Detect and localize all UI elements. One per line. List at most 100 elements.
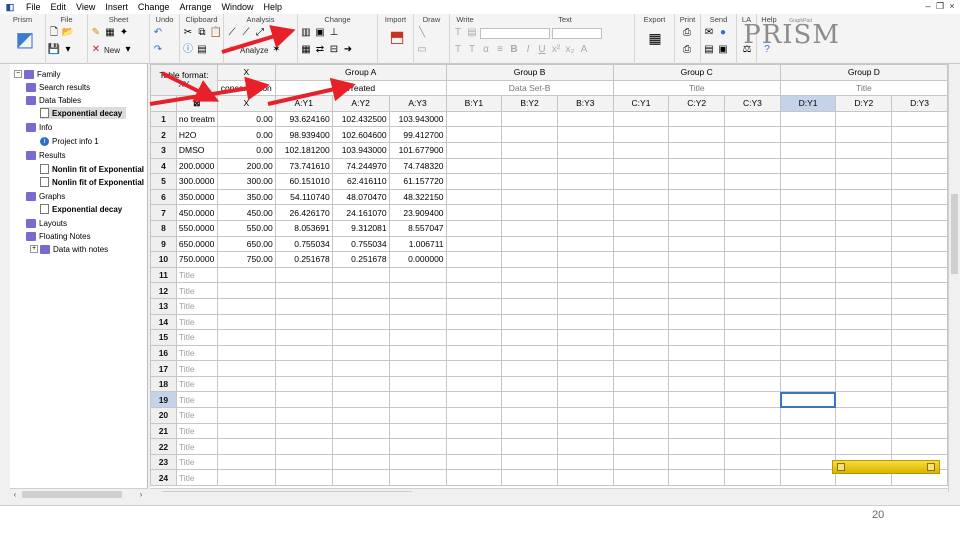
empty-cell[interactable] — [835, 282, 893, 299]
empty-cell[interactable] — [724, 313, 781, 331]
row-number[interactable]: 17 — [150, 360, 177, 377]
empty-cell[interactable] — [891, 297, 948, 315]
empty-cell[interactable] — [331, 329, 390, 346]
underline-icon[interactable]: U — [536, 44, 548, 56]
align-icon[interactable]: ≡ — [494, 44, 506, 56]
info-icon[interactable]: ⓘ — [182, 44, 194, 56]
row-title-cell[interactable]: 650.0000 — [175, 235, 218, 253]
empty-cell[interactable] — [556, 297, 614, 315]
empty-cell[interactable] — [779, 407, 837, 424]
empty-cell[interactable] — [668, 266, 726, 284]
subscript-icon[interactable]: x₂ — [564, 44, 576, 56]
x-value-cell[interactable] — [216, 329, 276, 346]
empty-cell[interactable] — [835, 313, 893, 331]
empty-cell[interactable] — [835, 375, 893, 393]
font-color-icon[interactable]: A — [578, 44, 590, 56]
empty-cell[interactable] — [501, 251, 558, 268]
menu-insert[interactable]: Insert — [100, 0, 133, 14]
group-title-cell[interactable]: Treated — [274, 79, 447, 97]
scroll-thumb[interactable] — [162, 491, 412, 492]
undo-icon[interactable]: ↶ — [152, 27, 164, 39]
scroll-right-icon[interactable]: › — [936, 489, 946, 492]
y-value-cell[interactable]: 62.416110 — [331, 173, 390, 190]
nav-info[interactable]: Info — [26, 121, 52, 133]
empty-cell[interactable] — [835, 188, 893, 206]
empty-cell[interactable] — [501, 157, 558, 175]
paste-icon[interactable]: 📋 — [210, 27, 222, 39]
empty-cell[interactable] — [779, 141, 837, 159]
empty-cell[interactable] — [612, 235, 670, 253]
empty-cell[interactable] — [556, 453, 614, 471]
empty-cell[interactable] — [891, 141, 948, 159]
empty-cell[interactable] — [779, 344, 837, 362]
empty-cell[interactable] — [612, 266, 670, 284]
empty-cell[interactable] — [556, 329, 614, 346]
empty-cell[interactable] — [668, 297, 726, 315]
empty-cell[interactable] — [501, 422, 558, 440]
empty-cell[interactable] — [724, 344, 781, 362]
empty-cell[interactable] — [668, 188, 726, 206]
empty-cell[interactable] — [668, 391, 726, 409]
empty-cell[interactable] — [612, 110, 670, 128]
empty-cell[interactable] — [668, 126, 726, 143]
empty-cell[interactable] — [891, 282, 948, 299]
group-header[interactable]: Group C — [612, 64, 781, 81]
empty-cell[interactable] — [501, 375, 558, 393]
empty-cell[interactable] — [779, 329, 837, 346]
empty-cell[interactable] — [388, 329, 447, 346]
print-icon[interactable]: ⎙ — [681, 27, 693, 39]
row-title-cell[interactable]: 300.0000 — [175, 173, 218, 190]
empty-cell[interactable] — [779, 219, 837, 237]
empty-cell[interactable] — [891, 235, 948, 253]
x-title-cell[interactable]: concentration — [216, 79, 276, 97]
empty-cell[interactable] — [556, 438, 614, 455]
empty-cell[interactable] — [331, 360, 390, 377]
note-right-icon[interactable] — [927, 463, 935, 471]
empty-cell[interactable] — [556, 219, 614, 237]
subcolumn-header[interactable]: B:Y1 — [445, 95, 503, 112]
subcolumn-header[interactable]: A:Y1 — [274, 95, 333, 112]
empty-cell[interactable] — [445, 375, 503, 393]
italic-icon[interactable]: I — [522, 44, 534, 56]
x-value-cell[interactable] — [216, 344, 276, 362]
y-value-cell[interactable]: 9.312081 — [331, 219, 390, 237]
empty-cell[interactable] — [556, 407, 614, 424]
empty-cell[interactable] — [891, 422, 948, 440]
empty-cell[interactable] — [388, 469, 447, 487]
empty-cell[interactable] — [779, 297, 837, 315]
empty-cell[interactable] — [445, 453, 503, 471]
empty-cell[interactable] — [724, 251, 781, 268]
empty-cell[interactable] — [274, 344, 333, 362]
x-value-cell[interactable]: 450.00 — [216, 204, 276, 221]
empty-cell[interactable] — [331, 313, 390, 331]
print-preview-icon[interactable]: ⎙ — [681, 44, 693, 56]
empty-cell[interactable] — [556, 391, 614, 409]
empty-cell[interactable] — [501, 235, 558, 253]
text-tool-icon[interactable]: T — [452, 27, 464, 39]
empty-cell[interactable] — [445, 235, 503, 253]
row-number[interactable]: 9 — [150, 235, 177, 253]
empty-cell[interactable] — [668, 375, 726, 393]
empty-cell[interactable] — [556, 344, 614, 362]
subcolumn-header[interactable]: C:Y3 — [724, 95, 781, 112]
import-icon[interactable]: ⬒ — [388, 28, 406, 48]
empty-cell[interactable] — [724, 407, 781, 424]
group-header[interactable]: Group D — [779, 64, 948, 81]
row-title-cell[interactable]: Title — [175, 422, 218, 440]
empty-cell[interactable] — [779, 157, 837, 175]
empty-cell[interactable] — [724, 360, 781, 377]
empty-cell[interactable] — [724, 110, 781, 128]
empty-cell[interactable] — [556, 188, 614, 206]
empty-cell[interactable] — [724, 391, 781, 409]
globe-icon[interactable]: ● — [717, 27, 729, 39]
scroll-thumb[interactable] — [22, 491, 122, 498]
text-box-icon[interactable]: ▤ — [466, 27, 478, 39]
chevron-down-icon[interactable]: ▾ — [122, 44, 134, 56]
empty-cell[interactable] — [501, 297, 558, 315]
empty-cell[interactable] — [779, 313, 837, 331]
pencil-icon[interactable]: ✎ — [90, 27, 102, 39]
nav-search-results[interactable]: Search results — [26, 81, 90, 93]
empty-cell[interactable] — [445, 360, 503, 377]
sheet-vertical-scrollbar[interactable] — [948, 64, 960, 492]
group-header[interactable]: Group B — [445, 64, 614, 81]
